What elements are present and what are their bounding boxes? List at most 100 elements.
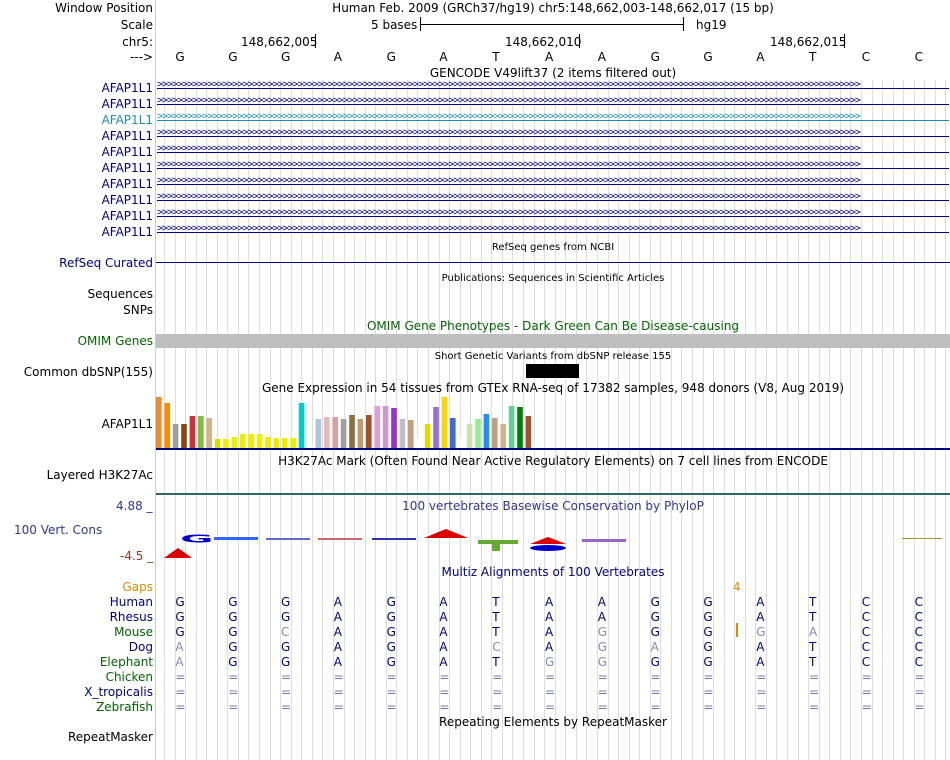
gtex-tissue-bar[interactable] — [231, 437, 238, 448]
gtex-tissue-bar[interactable] — [273, 438, 280, 448]
gtex-tissue-bar[interactable] — [164, 403, 170, 448]
gencode-transcript-line[interactable]: >>>>>>>>>>>>>>>>>>>>>>>>>>>>>>>>>>>>>>>>… — [157, 224, 949, 233]
repeatmasker-track-label[interactable]: RepeatMasker — [68, 730, 153, 744]
gtex-tissue-bar[interactable] — [324, 417, 330, 448]
gtex-tissue-bar[interactable] — [416, 438, 422, 448]
gencode-transcript-line[interactable]: >>>>>>>>>>>>>>>>>>>>>>>>>>>>>>>>>>>>>>>>… — [157, 208, 949, 217]
gtex-tissue-bar[interactable] — [534, 443, 540, 448]
h3k27ac-signal-baseline[interactable] — [156, 493, 950, 495]
gtex-track-title[interactable]: Gene Expression in 54 tissues from GTEx … — [156, 381, 950, 395]
gtex-track-label[interactable]: AFAP1L1 — [102, 417, 153, 431]
gtex-tissue-bar[interactable] — [408, 420, 414, 448]
gtex-tissue-bar[interactable] — [458, 438, 464, 448]
repeatmasker-track-title[interactable]: Repeating Elements by RepeatMasker — [156, 715, 950, 729]
gencode-transcript-line[interactable]: >>>>>>>>>>>>>>>>>>>>>>>>>>>>>>>>>>>>>>>>… — [157, 96, 949, 105]
phylop-track-title[interactable]: 100 vertebrates Basewise Conservation by… — [156, 499, 950, 513]
omim-track-title[interactable]: OMIM Gene Phenotypes - Dark Green Can Be… — [156, 319, 950, 333]
gtex-tissue-bar[interactable] — [223, 439, 229, 448]
gencode-transcript-line[interactable]: >>>>>>>>>>>>>>>>>>>>>>>>>>>>>>>>>>>>>>>>… — [157, 176, 949, 185]
gtex-tissue-bar[interactable] — [214, 439, 221, 448]
gtex-tissue-bar[interactable] — [248, 434, 254, 448]
species-label[interactable]: Human — [110, 595, 153, 609]
gtex-tissue-bar[interactable] — [450, 418, 456, 448]
dbsnp-track-label[interactable]: Common dbSNP(155) — [24, 365, 153, 379]
publications-label-sequences[interactable]: Sequences — [88, 287, 153, 301]
species-label[interactable]: Dog — [129, 640, 153, 654]
phylop-sequence-logo[interactable]: G — [156, 527, 950, 561]
gtex-tissue-bar[interactable] — [525, 416, 532, 448]
species-label[interactable]: Rhesus — [110, 610, 153, 624]
gtex-tissue-bar[interactable] — [181, 424, 187, 448]
gtex-tissue-bar[interactable] — [290, 438, 296, 448]
species-label[interactable]: X_tropicalis — [84, 685, 153, 699]
gtex-tissue-bar[interactable] — [366, 415, 372, 448]
gtex-tissue-bar[interactable] — [391, 408, 397, 448]
gencode-transcript-label[interactable]: AFAP1L1 — [102, 177, 153, 191]
gtex-tissue-bar[interactable] — [265, 437, 271, 448]
gtex-tissue-bar[interactable] — [466, 424, 473, 448]
publications-track-title[interactable]: Publications: Sequences in Scientific Ar… — [156, 273, 950, 284]
gtex-tissue-bar[interactable] — [517, 407, 523, 448]
h3k27ac-track-title[interactable]: H3K27Ac Mark (Often Found Near Active Re… — [156, 454, 950, 468]
gtex-tissue-bar[interactable] — [382, 406, 389, 448]
species-label[interactable]: Elephant — [100, 655, 153, 669]
gtex-tissue-bar[interactable] — [492, 418, 498, 448]
gencode-transcript-label[interactable]: AFAP1L1 — [102, 161, 153, 175]
gtex-tissue-bar[interactable] — [424, 424, 431, 448]
gtex-tissue-bar[interactable] — [349, 415, 355, 448]
gtex-tissue-bar[interactable] — [172, 424, 179, 448]
multiz-gap-marker[interactable]: 4 — [733, 580, 741, 594]
gencode-track-title[interactable]: GENCODE V49lift37 (2 items filtered out) — [156, 66, 950, 80]
gtex-tissue-bar[interactable] — [357, 419, 364, 448]
gtex-tissue-bar[interactable] — [433, 407, 439, 448]
gtex-tissue-bar[interactable] — [340, 419, 347, 448]
gencode-transcript-line[interactable]: >>>>>>>>>>>>>>>>>>>>>>>>>>>>>>>>>>>>>>>>… — [157, 192, 949, 201]
gtex-tissue-bar[interactable] — [206, 418, 212, 448]
gencode-transcript-line[interactable]: >>>>>>>>>>>>>>>>>>>>>>>>>>>>>>>>>>>>>>>>… — [157, 144, 949, 153]
gencode-transcript-line[interactable]: >>>>>>>>>>>>>>>>>>>>>>>>>>>>>>>>>>>>>>>>… — [157, 80, 949, 89]
gencode-transcript-label[interactable]: AFAP1L1 — [102, 129, 153, 143]
omim-phenotype-bar[interactable] — [156, 334, 950, 348]
gencode-transcript-label[interactable]: AFAP1L1 — [102, 81, 153, 95]
gtex-tissue-bar[interactable] — [189, 416, 196, 448]
species-label[interactable]: Zebrafish — [96, 700, 153, 714]
gencode-transcript-label[interactable]: AFAP1L1 — [102, 209, 153, 223]
gtex-tissue-bar[interactable] — [156, 397, 162, 448]
h3k27ac-track-label[interactable]: Layered H3K27Ac — [47, 468, 153, 482]
gencode-transcript-label[interactable]: AFAP1L1 — [102, 145, 153, 159]
gtex-tissue-bar[interactable] — [332, 417, 338, 448]
gtex-tissue-bar[interactable] — [198, 416, 204, 448]
gencode-transcript-label[interactable]: AFAP1L1 — [102, 97, 153, 111]
gtex-tissue-bar[interactable] — [441, 397, 448, 448]
gencode-transcript-label[interactable]: AFAP1L1 — [102, 225, 153, 239]
refseq-gene-line[interactable] — [156, 262, 950, 263]
gtex-tissue-bar[interactable] — [500, 424, 506, 448]
gtex-tissue-bar[interactable] — [256, 434, 263, 448]
publications-label-snps[interactable]: SNPs — [123, 303, 153, 317]
dbsnp-variant-block[interactable] — [526, 364, 579, 378]
multiz-track-title[interactable]: Multiz Alignments of 100 Vertebrates — [156, 565, 950, 579]
omim-track-label[interactable]: OMIM Genes — [78, 334, 153, 348]
gtex-tissue-bar[interactable] — [307, 444, 313, 448]
species-label[interactable]: Mouse — [114, 625, 153, 639]
gtex-tissue-bar[interactable] — [374, 406, 380, 448]
gencode-transcript-line[interactable]: >>>>>>>>>>>>>>>>>>>>>>>>>>>>>>>>>>>>>>>>… — [157, 160, 949, 169]
gtex-bar-chart[interactable] — [156, 396, 950, 450]
gtex-tissue-bar[interactable] — [508, 406, 515, 448]
gtex-tissue-bar[interactable] — [315, 419, 322, 448]
gtex-tissue-bar[interactable] — [399, 419, 406, 448]
species-label[interactable]: Chicken — [106, 670, 153, 684]
gtex-tissue-bar[interactable] — [475, 419, 481, 448]
gencode-transcript-line[interactable]: >>>>>>>>>>>>>>>>>>>>>>>>>>>>>>>>>>>>>>>>… — [157, 112, 949, 121]
gencode-transcript-line[interactable]: >>>>>>>>>>>>>>>>>>>>>>>>>>>>>>>>>>>>>>>>… — [157, 128, 949, 137]
multiz-gaps-label[interactable]: Gaps — [122, 580, 153, 594]
dbsnp-track-title[interactable]: Short Genetic Variants from dbSNP releas… — [156, 351, 950, 362]
refseq-track-label[interactable]: RefSeq Curated — [59, 256, 153, 270]
gtex-tissue-bar[interactable] — [298, 403, 305, 448]
gtex-tissue-bar[interactable] — [483, 414, 490, 448]
gtex-tissue-bar[interactable] — [240, 434, 246, 448]
gencode-transcript-label[interactable]: AFAP1L1 — [102, 193, 153, 207]
refseq-track-title[interactable]: RefSeq genes from NCBI — [156, 242, 950, 253]
phylop-track-label[interactable]: 100 Vert. Cons — [14, 523, 102, 537]
gencode-transcript-label[interactable]: AFAP1L1 — [102, 113, 153, 127]
